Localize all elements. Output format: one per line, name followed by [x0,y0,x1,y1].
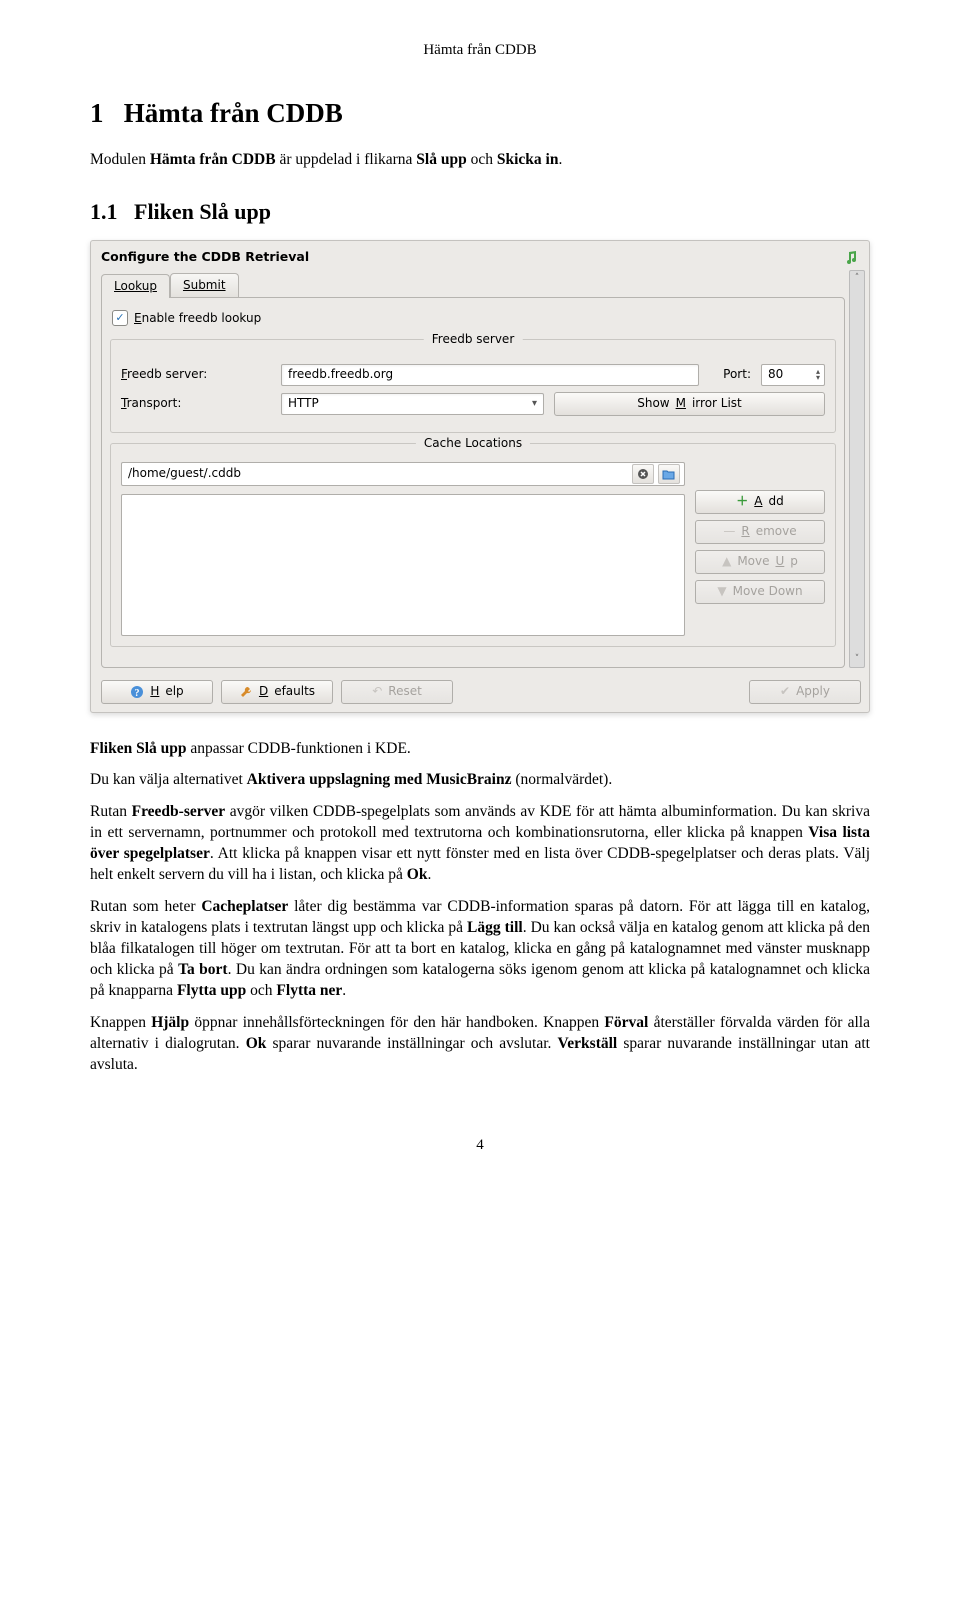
folder-open-icon[interactable] [658,464,680,484]
bold-text: Lägg till [467,919,523,936]
section-title: Hämta från CDDB [124,98,343,128]
enable-freedb-checkbox-row[interactable]: ✓ EEnable freedb lookupnable freedb look… [110,306,836,330]
port-spinner[interactable]: 80 ▴▾ [761,364,825,386]
freedb-server-group: Freedb server Freedb server: freedb.free… [110,339,836,433]
path-value: /home/guest/.cddb [128,465,241,481]
reset-button[interactable]: ↶ Reset [341,680,453,704]
scroll-up-icon[interactable]: ˄ [855,272,860,284]
text: Knappen [90,1014,151,1031]
wrench-icon [239,685,253,699]
check-icon: ✔ [780,683,790,699]
bold-text: Cacheplatser [201,898,288,915]
freedb-server-label: Freedb server: [121,366,271,382]
cache-locations-group: Cache Locations /home/guest/.cddb [110,443,836,647]
cache-path-input[interactable]: /home/guest/.cddb [121,462,685,486]
paragraph-2: Du kan välja alternativet Aktivera uppsl… [90,770,870,791]
vertical-scrollbar[interactable]: ˄ ˅ [849,270,865,667]
tab-panel-lookup: ✓ EEnable freedb lookupnable freedb look… [101,297,845,667]
defaults-button[interactable]: Defaults [221,680,333,704]
text: Rutan som heter [90,898,201,915]
bold-text: Hämta från CDDB [150,151,276,168]
bold-text: Freedb-server [132,803,226,820]
paragraph-3: Rutan Freedb-server avgör vilken CDDB-sp… [90,802,870,886]
clear-icon[interactable] [632,464,654,484]
section-number: 1 [90,98,104,128]
text: Modulen [90,151,150,168]
bold-text: Slå upp [416,151,466,168]
undo-icon: ↶ [372,683,382,699]
add-button[interactable]: ＋ Add [695,490,825,514]
bold-text: Flytta ner [276,982,342,999]
bold-text: Förval [604,1014,648,1031]
port-value: 80 [768,366,783,382]
text: och [467,151,497,168]
text: (normalvärdet). [512,771,613,788]
chevron-down-icon: ▾ [532,397,537,411]
bold-text: Ok [407,866,428,883]
text: sparar nuvarande inställningar och avslu… [266,1035,557,1052]
cache-list[interactable] [121,494,685,636]
move-up-button[interactable]: ▲ Move Up [695,550,825,574]
minus-icon: — [723,523,735,539]
section-heading: 1 Hämta från CDDB [90,95,870,131]
text: . [342,982,346,999]
text: . [427,866,431,883]
subsection-title: Fliken Slå upp [134,199,271,224]
plus-icon: ＋ [736,493,748,509]
checkbox-icon: ✓ [112,310,128,326]
remove-button[interactable]: — Remove [695,520,825,544]
arrow-down-icon: ▼ [717,583,726,599]
paragraph-1: Fliken Slå upp anpassar CDDB-funktionen … [90,739,870,760]
tab-bar: Lookup Submit [101,273,845,297]
move-down-button[interactable]: ▼ Move Down [695,580,825,604]
group-title: Freedb server [424,331,523,347]
subsection-heading: 1.1 Fliken Slå upp [90,197,870,227]
bold-text: Ok [246,1035,267,1052]
bold-text: Flytta upp [177,982,246,999]
text: och [246,982,276,999]
svg-text:?: ? [135,688,140,699]
text: öppnar innehållsförteckningen för den hä… [189,1014,604,1031]
bold-text: Ta bort [178,961,227,978]
dialog-footer: ? Help Defaults ↶ Reset ✔ Apply [91,674,869,712]
freedb-server-input[interactable]: freedb.freedb.org [281,364,699,386]
help-button[interactable]: ? Help [101,680,213,704]
checkbox-label: EEnable freedb lookupnable freedb lookup [134,310,261,326]
intro-paragraph: Modulen Hämta från CDDB är uppdelad i fl… [90,150,870,171]
subsection-number: 1.1 [90,199,118,224]
combo-value: HTTP [288,395,319,411]
scroll-down-icon[interactable]: ˅ [855,653,860,665]
bold-text: Fliken Slå upp [90,740,187,757]
transport-label: Transport: [121,395,271,411]
text: . [558,151,562,168]
page-number: 4 [90,1135,870,1155]
port-label: Port: [723,366,751,382]
transport-combo[interactable]: HTTP ▾ [281,393,544,415]
spinner-down-icon[interactable]: ▾ [816,375,820,381]
dialog-title: Configure the CDDB Retrieval [101,249,309,266]
group-title: Cache Locations [416,435,530,451]
text: Du kan välja alternativet [90,771,247,788]
arrow-up-icon: ▲ [722,553,731,569]
btn-label: Apply [796,683,830,699]
bold-text: Verkställ [558,1035,618,1052]
show-mirror-list-button[interactable]: Show Mirror List [554,392,825,416]
tab-submit[interactable]: Submit [170,273,239,297]
music-note-icon [843,250,859,266]
bold-text: Hjälp [151,1014,189,1031]
apply-button[interactable]: ✔ Apply [749,680,861,704]
paragraph-5: Knappen Hjälp öppnar innehållsförtecknin… [90,1013,870,1076]
help-icon: ? [130,685,144,699]
page-header: Hämta från CDDB [90,40,870,60]
text: är uppdelad i flikarna [276,151,417,168]
tab-label: Submit [183,278,226,292]
cddb-dialog: Configure the CDDB Retrieval Lookup Subm… [90,240,870,712]
paragraph-4: Rutan som heter Cacheplatser låter dig b… [90,897,870,1002]
bold-text: Aktivera uppslagning med MusicBrainz [247,771,512,788]
tab-label: Lookup [114,279,157,293]
tab-lookup[interactable]: Lookup [101,274,170,298]
bold-text: Skicka in [497,151,559,168]
btn-label: Reset [388,683,422,699]
text: Rutan [90,803,132,820]
